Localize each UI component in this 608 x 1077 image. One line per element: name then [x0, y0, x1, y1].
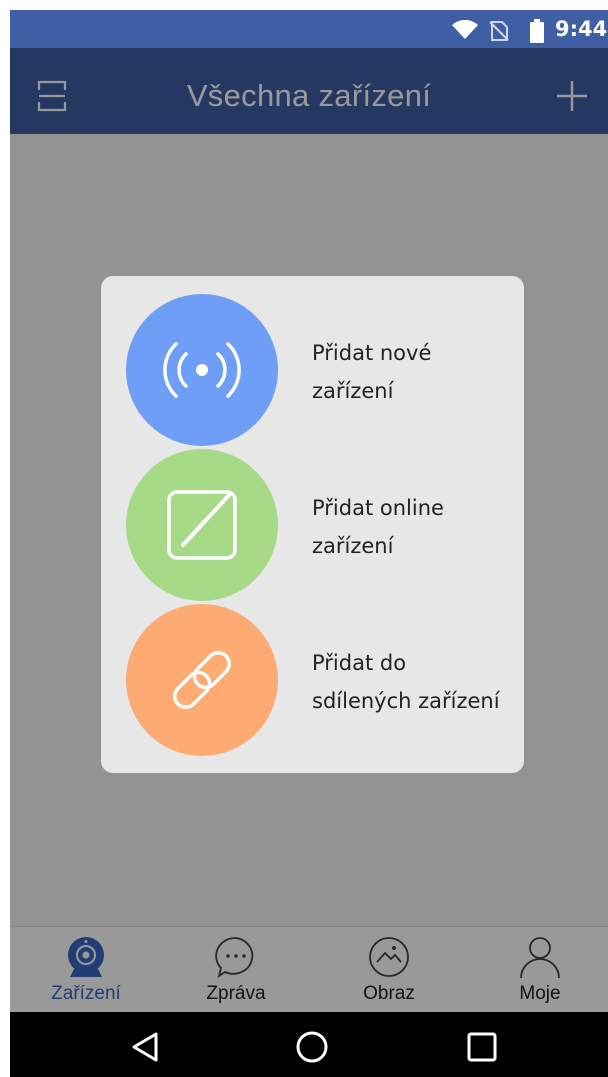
- edit-icon: [167, 490, 237, 560]
- add-shared-device-label-line-1: Přidat do: [312, 651, 407, 675]
- home-icon[interactable]: [295, 1030, 329, 1064]
- add-online-device-label: Přidat online zařízení: [312, 489, 512, 565]
- add-new-device-option[interactable]: Přidat nové zařízení: [101, 294, 524, 449]
- add-shared-device-option[interactable]: Přidat do sdílených zařízení: [101, 604, 524, 759]
- add-shared-device-label-line-2: sdílených zařízení: [312, 689, 500, 713]
- system-nav-bar: [10, 1012, 608, 1077]
- add-new-device-label: Přidat nové zařízení: [312, 334, 512, 410]
- status-time: 9:44: [555, 17, 608, 41]
- status-bar: 9:44: [10, 10, 608, 48]
- add-device-dialog: Přidat nové zařízení Přidat online zaříz…: [101, 276, 524, 773]
- broadcast-icon: [163, 342, 241, 398]
- back-icon[interactable]: [128, 1030, 162, 1064]
- wifi-icon: [452, 20, 478, 39]
- add-online-device-label-line-1: Přidat online: [312, 496, 444, 520]
- add-shared-device-label: Přidat do sdílených zařízení: [312, 644, 512, 720]
- add-new-device-label-line-1: Přidat nové: [312, 341, 432, 365]
- recents-icon[interactable]: [465, 1030, 499, 1064]
- add-online-device-label-line-2: zařízení: [312, 534, 394, 558]
- add-shared-device-circle: [126, 604, 278, 756]
- add-online-device-circle: [126, 449, 278, 601]
- app-screen: 9:44 Všechna zařízení Žádná zařízení neb…: [10, 10, 608, 1077]
- add-new-device-circle: [126, 294, 278, 446]
- add-online-device-option[interactable]: Přidat online zařízení: [101, 449, 524, 604]
- add-new-device-label-line-2: zařízení: [312, 379, 394, 403]
- battery-icon: [530, 19, 544, 43]
- no-sim-icon: [489, 21, 509, 41]
- link-icon: [172, 650, 232, 710]
